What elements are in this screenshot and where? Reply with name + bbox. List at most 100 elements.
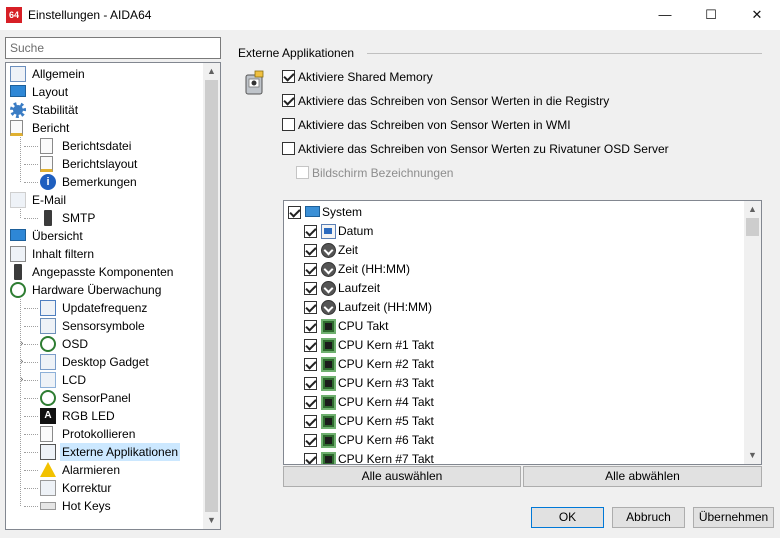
sensor-checkbox[interactable] <box>304 453 317 464</box>
tree-scroll-thumb[interactable] <box>205 80 218 512</box>
sidebar-item-label: E-Mail <box>32 193 67 207</box>
document-icon <box>40 138 53 154</box>
refresh-icon <box>40 300 56 316</box>
sensor-checkbox[interactable] <box>304 415 317 428</box>
sidebar-item-label: Updatefrequenz <box>62 301 148 315</box>
close-button[interactable]: ✕ <box>734 0 780 30</box>
device-icon <box>14 264 22 280</box>
ok-button[interactable]: OK <box>531 507 604 528</box>
expand-chevron-icon[interactable]: › <box>20 375 29 385</box>
gauge-icon <box>40 336 56 352</box>
sensor-label: Laufzeit (HH:MM) <box>338 300 433 314</box>
tree-guide-line <box>24 146 38 147</box>
sensor-label: Zeit (HH:MM) <box>338 262 410 276</box>
cancel-button[interactable]: Abbruch <box>612 507 685 528</box>
sensor-label: Zeit <box>338 243 359 257</box>
cpu-icon <box>321 319 336 334</box>
sensor-label: CPU Kern #6 Takt <box>338 433 434 447</box>
search-input[interactable]: Suche <box>5 37 221 59</box>
sensor-label: CPU Kern #3 Takt <box>338 376 434 390</box>
sidebar-item-label: Alarmieren <box>62 463 121 477</box>
tree-guide-line <box>24 434 38 435</box>
tree-guide-line <box>24 218 38 219</box>
list-scroll-thumb[interactable] <box>746 218 759 236</box>
info-icon: i <box>40 174 56 190</box>
cpu-icon <box>321 433 336 448</box>
phone-icon <box>44 210 52 226</box>
gear-icon <box>10 102 26 118</box>
option-checkbox[interactable] <box>282 118 295 131</box>
clock-icon <box>321 281 336 296</box>
gauge-icon <box>40 390 56 406</box>
sidebar-item-label: Übersicht <box>32 229 83 243</box>
sensor-label: CPU Kern #1 Takt <box>338 338 434 352</box>
tree-guide-line <box>24 488 38 489</box>
sidebar-item-label: Angepasste Komponenten <box>32 265 174 279</box>
expand-chevron-icon[interactable]: › <box>20 339 29 349</box>
scroll-down-icon[interactable]: ▼ <box>203 512 220 529</box>
sensor-checkbox[interactable] <box>288 206 301 219</box>
mail-icon <box>10 192 26 208</box>
cpu-icon <box>321 452 336 464</box>
sidebar-item-label: Berichtsdatei <box>62 139 132 153</box>
sensor-label: CPU Kern #5 Takt <box>338 414 434 428</box>
select-all-button[interactable]: Alle auswählen <box>283 466 521 487</box>
sensor-checkbox[interactable] <box>304 320 317 333</box>
scroll-up-icon[interactable]: ▲ <box>203 63 220 80</box>
option-label: Aktiviere Shared Memory <box>298 70 433 84</box>
apply-button[interactable]: Übernehmen <box>693 507 774 528</box>
scroll-up-icon[interactable]: ▲ <box>744 201 761 218</box>
tree-guide-line <box>24 308 38 309</box>
sidebar-item-label: Externe Applikationen <box>60 443 181 461</box>
settings-tree[interactable]: Allgemein Layout Stabilität Bericht Berichts… <box>5 62 221 530</box>
settings-list-icon <box>10 66 26 82</box>
tree-guide-line <box>20 137 21 182</box>
deselect-all-button[interactable]: Alle abwählen <box>523 466 762 487</box>
clock-icon <box>321 243 336 258</box>
sidebar-item-label: SMTP <box>62 211 96 225</box>
maximize-button[interactable]: ☐ <box>688 0 734 30</box>
cpu-icon <box>321 395 336 410</box>
sensor-checkbox[interactable] <box>304 358 317 371</box>
expand-chevron-icon[interactable]: › <box>20 357 29 367</box>
sidebar-item-label: RGB LED <box>62 409 115 423</box>
sidebar-item-label: LCD <box>62 373 87 387</box>
sensor-checkbox[interactable] <box>304 244 317 257</box>
report-icon <box>10 120 23 136</box>
sidebar-item-label: Bemerkungen <box>62 175 137 189</box>
tree-guide-line <box>24 164 38 165</box>
option-checkbox[interactable] <box>282 94 295 107</box>
sidebar-item-label: Inhalt filtern <box>32 247 95 261</box>
tree-guide-line <box>24 470 38 471</box>
tree-scrollbar[interactable]: ▲ ▼ <box>203 63 220 529</box>
sensor-checkbox[interactable] <box>304 263 317 276</box>
option-checkbox[interactable] <box>282 70 295 83</box>
option-label: Aktiviere das Schreiben von Sensor Werte… <box>298 142 669 156</box>
sensor-checkbox[interactable] <box>304 377 317 390</box>
sensor-list[interactable]: System Datum Zeit Zeit (HH:MM) Laufzeit Laufz… <box>283 200 762 465</box>
sensor-label: System <box>322 205 363 219</box>
sidebar-item-label: OSD <box>62 337 89 351</box>
sensor-checkbox[interactable] <box>304 301 317 314</box>
cpu-icon <box>321 414 336 429</box>
sensor-checkbox[interactable] <box>304 282 317 295</box>
sidebar-item-label: Protokollieren <box>62 427 136 441</box>
scroll-down-icon[interactable]: ▼ <box>744 447 761 464</box>
list-scrollbar[interactable]: ▲ ▼ <box>744 201 761 464</box>
section-divider <box>367 53 762 54</box>
filter-icon <box>10 246 26 262</box>
sensor-checkbox[interactable] <box>304 225 317 238</box>
sidebar-item-label: Sensorsymbole <box>62 319 145 333</box>
sidebar-item-label: Berichtslayout <box>62 157 138 171</box>
minimize-button[interactable]: — <box>642 0 688 30</box>
sensor-checkbox[interactable] <box>304 434 317 447</box>
window-title: Einstellungen - AIDA64 <box>28 8 152 22</box>
option-checkbox[interactable] <box>282 142 295 155</box>
external-app-icon <box>40 444 56 460</box>
sensor-checkbox[interactable] <box>304 339 317 352</box>
sidebar-item-label: Layout <box>32 85 69 99</box>
tree-guide-line <box>24 506 38 507</box>
sensor-label: CPU Kern #2 Takt <box>338 357 434 371</box>
sensor-checkbox[interactable] <box>304 396 317 409</box>
clock-icon <box>321 300 336 315</box>
